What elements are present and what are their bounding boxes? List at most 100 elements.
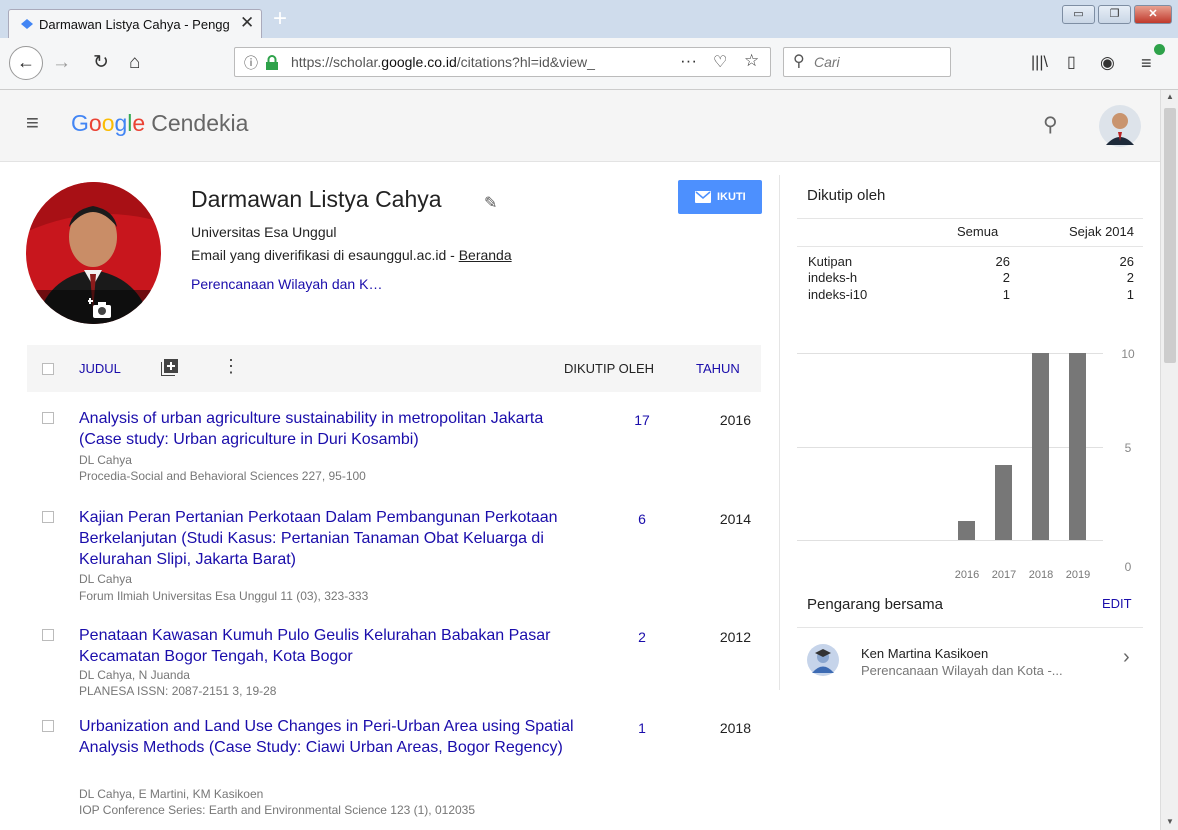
profile-affiliation: Universitas Esa Unggul <box>191 224 337 240</box>
cited-all-column-header: Semua <box>957 224 999 239</box>
profile-name: Darmawan Listya Cahya <box>191 186 442 212</box>
article-cited-count-link[interactable]: 2 <box>627 629 657 645</box>
address-bar[interactable]: ⓘ https://scholar.google.co.id/citations… <box>234 47 771 77</box>
close-tab-icon[interactable]: ✕ <box>240 13 254 33</box>
cited-by-row-since: 2 <box>1126 270 1134 285</box>
minimize-window-icon[interactable]: ▭ <box>1062 5 1095 24</box>
article-title-link[interactable]: Kajian Peran Pertanian Perkotaan Dalam P… <box>79 507 584 570</box>
article-title-link[interactable]: Urbanization and Land Use Changes in Per… <box>79 716 584 758</box>
article-year: 2018 <box>719 720 751 736</box>
articles-table-header: JUDUL ⋮ DIKUTIP OLEH TAHUN <box>27 345 761 392</box>
sidebar-icon[interactable]: ▯ <box>1067 49 1076 77</box>
page-actions-icon[interactable]: ··· <box>680 51 697 71</box>
article-cited-count-link[interactable]: 17 <box>627 412 657 428</box>
scrollbar-thumb[interactable] <box>1164 108 1176 363</box>
article-cited-count-link[interactable]: 1 <box>627 720 657 736</box>
select-all-checkbox[interactable] <box>42 363 54 375</box>
article-year: 2012 <box>719 629 751 645</box>
profile-email-text: Email yang diverifikasi di esaunggul.ac.… <box>191 247 459 263</box>
add-article-icon[interactable] <box>161 359 178 376</box>
chart-gridline <box>797 353 1103 354</box>
article-checkbox[interactable] <box>42 412 54 424</box>
scroll-down-icon[interactable]: ▼ <box>1166 817 1174 826</box>
envelope-icon <box>695 191 711 203</box>
google-scholar-logo[interactable]: Google Cendekia <box>71 110 248 137</box>
article-row: Urbanization and Land Use Changes in Per… <box>27 716 761 820</box>
coauthor-avatar-icon <box>807 644 839 676</box>
extension-icon[interactable]: ◉ <box>1100 49 1115 77</box>
article-year: 2016 <box>719 412 751 428</box>
cited-by-row-since: 1 <box>1126 287 1134 302</box>
chart-bar[interactable] <box>958 521 975 540</box>
sort-by-title-link[interactable]: JUDUL <box>79 361 121 376</box>
back-icon[interactable]: ← <box>9 46 43 80</box>
scholar-header: ≡ Google Cendekia ⚲ <box>0 90 1160 162</box>
home-icon[interactable]: ⌂ <box>129 49 140 77</box>
chevron-right-icon[interactable]: › <box>1123 646 1130 669</box>
profile-interest-link[interactable]: Perencanaan Wilayah dan K… <box>191 276 382 292</box>
article-authors: DL Cahya <box>79 572 132 586</box>
chart-bar[interactable] <box>1032 353 1049 540</box>
page-scrollbar[interactable]: ▲ ▼ <box>1160 90 1178 830</box>
article-row: Analysis of urban agriculture sustainabi… <box>27 408 761 492</box>
change-photo-camera-icon[interactable] <box>88 296 114 320</box>
search-icon[interactable]: ⚲ <box>1043 112 1058 137</box>
pocket-icon[interactable]: ♡ <box>713 52 727 72</box>
article-venue: IOP Conference Series: Earth and Environ… <box>79 803 476 817</box>
follow-button-label: IKUTI <box>717 191 746 203</box>
article-row: Kajian Peran Pertanian Perkotaan Dalam P… <box>27 507 761 613</box>
article-title-link[interactable]: Analysis of urban agriculture sustainabi… <box>79 408 584 450</box>
article-venue: Forum Ilmiah Universitas Esa Unggul 11 (… <box>79 589 369 603</box>
chart-x-tick-label: 2019 <box>1065 569 1091 581</box>
menu-update-icon[interactable]: ≡ <box>1141 49 1152 77</box>
url-text: https://scholar.google.co.id/citations?h… <box>291 54 595 70</box>
article-authors: DL Cahya, E Martini, KM Kasikoen <box>79 787 264 801</box>
article-checkbox[interactable] <box>42 629 54 641</box>
chart-y-tick-label: 5 <box>1124 441 1132 455</box>
chart-bar[interactable] <box>1069 353 1086 540</box>
coauthor-affiliation: Perencanaan Wilayah dan Kota -... <box>861 663 1063 678</box>
edit-name-pencil-icon[interactable]: ✎ <box>484 193 497 213</box>
article-venue: Procedia-Social and Behavioral Sciences … <box>79 469 366 483</box>
hamburger-menu-icon[interactable]: ≡ <box>26 110 39 136</box>
cited-by-column-header[interactable]: DIKUTIP OLEH <box>564 361 654 376</box>
chart-gridline <box>797 540 1103 541</box>
homepage-link[interactable]: Beranda <box>459 247 512 263</box>
edit-coauthors-link[interactable]: EDIT <box>1102 596 1132 611</box>
new-tab-icon[interactable]: + <box>273 5 287 33</box>
reload-icon[interactable]: ↻ <box>93 49 109 77</box>
cited-since-column-header: Sejak 2014 <box>1068 224 1134 239</box>
follow-button[interactable]: IKUTI <box>678 180 762 214</box>
forward-icon[interactable]: → <box>52 49 71 77</box>
more-actions-icon[interactable]: ⋮ <box>222 356 240 376</box>
article-cited-count-link[interactable]: 6 <box>627 511 657 527</box>
browser-tab[interactable]: Darmawan Listya Cahya - Pengg ✕ <box>8 9 262 38</box>
cited-by-row-all: 1 <box>1002 287 1010 302</box>
article-title-link[interactable]: Penataan Kawasan Kumuh Pulo Geulis Kelur… <box>79 625 584 667</box>
tab-title: Darmawan Listya Cahya - Pengg <box>39 17 230 32</box>
update-badge-icon <box>1154 44 1165 55</box>
account-avatar[interactable] <box>1099 105 1141 147</box>
divider-line <box>797 218 1143 219</box>
divider-line <box>797 627 1143 628</box>
browser-search-input[interactable]: ⚲ Cari <box>783 47 951 77</box>
chart-y-tick-label: 10 <box>1121 347 1135 361</box>
bookmark-star-icon[interactable]: ☆ <box>744 51 759 71</box>
info-icon[interactable]: ⓘ <box>244 53 258 73</box>
article-checkbox[interactable] <box>42 720 54 732</box>
sort-by-year-link[interactable]: TAHUN <box>696 361 740 376</box>
cited-by-row-all: 26 <box>995 254 1010 269</box>
coauthor-name-link[interactable]: Ken Martina Kasikoen <box>861 646 988 661</box>
cited-by-heading: Dikutip oleh <box>807 187 886 204</box>
cited-by-row-all: 2 <box>1002 270 1010 285</box>
scroll-up-icon[interactable]: ▲ <box>1166 92 1174 101</box>
coauthor-item[interactable]: Ken Martina Kasikoen Perencanaan Wilayah… <box>797 632 1143 692</box>
search-placeholder: Cari <box>814 54 840 70</box>
chart-bar[interactable] <box>995 465 1012 540</box>
divider-line <box>797 246 1143 247</box>
restore-window-icon[interactable]: ❐ <box>1098 5 1131 24</box>
library-icon[interactable]: |||\ <box>1031 49 1048 77</box>
article-checkbox[interactable] <box>42 511 54 523</box>
close-window-icon[interactable]: ✕ <box>1134 5 1172 24</box>
cited-by-row-since: 26 <box>1119 254 1134 269</box>
